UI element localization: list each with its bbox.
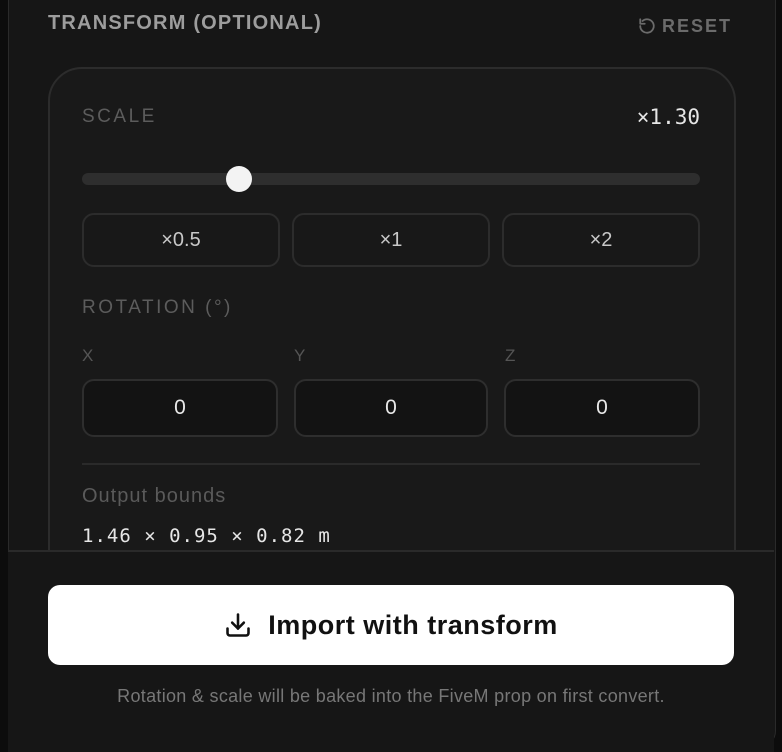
scale-slider-thumb[interactable]	[225, 166, 252, 192]
import-button-label: Import with transform	[268, 609, 558, 640]
scale-label: SCALE	[82, 106, 157, 127]
divider	[82, 463, 700, 465]
rotation-y-label: Y	[294, 346, 306, 365]
scale-preset-2-button[interactable]: ×2	[502, 213, 700, 267]
reset-button[interactable]: RESET	[638, 13, 732, 39]
transform-card	[48, 67, 736, 591]
download-icon	[224, 611, 252, 639]
scale-slider-track[interactable]	[82, 173, 700, 185]
hint-text: Rotation & scale will be baked into the …	[117, 686, 665, 706]
rotation-y-input[interactable]	[294, 379, 488, 437]
rotation-label: ROTATION (°)	[82, 297, 233, 318]
output-bounds-label: Output bounds	[82, 485, 227, 507]
section-header: TRANSFORM (OPTIONAL) RESET	[48, 10, 736, 38]
rotation-x-input[interactable]	[82, 379, 278, 437]
import-with-transform-button[interactable]: Import with transform	[48, 585, 734, 665]
output-bounds-value: 1.46 × 0.95 × 0.82 m	[82, 525, 331, 547]
scale-preset-0-5-button[interactable]: ×0.5	[82, 213, 280, 267]
rotation-z-input[interactable]	[504, 379, 700, 437]
scale-preset-1-button[interactable]: ×1	[292, 213, 490, 267]
section-title: TRANSFORM (OPTIONAL)	[48, 12, 322, 34]
rotation-z-label: Z	[505, 346, 516, 365]
rotation-x-label: X	[82, 346, 94, 365]
reset-label: RESET	[661, 15, 732, 36]
scale-value: ×1.30	[636, 105, 700, 129]
rotate-ccw-icon	[638, 17, 656, 35]
